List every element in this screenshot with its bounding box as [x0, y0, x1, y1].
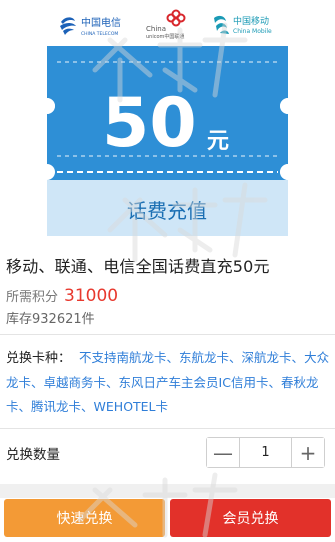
svg-text:China Mobile: China Mobile	[233, 28, 272, 35]
carrier-logos: 中国电信 CHINA TELECOM China unicom中国联通 中国移动…	[47, 0, 288, 44]
svg-text:50: 50	[102, 84, 197, 163]
svg-text:元: 元	[207, 129, 229, 154]
product-title: 移动、联通、电信全国话费直充50元	[6, 257, 270, 276]
recharge-coupon: 中国电信 CHINA TELECOM China unicom中国联通 中国移动…	[47, 0, 288, 236]
svg-text:中国电信: 中国电信	[81, 16, 121, 29]
svg-text:中国移动: 中国移动	[233, 15, 269, 27]
china-unicom-logo: China unicom中国联通	[146, 9, 186, 40]
quantity-value[interactable]: 1	[240, 438, 291, 467]
card-types-label: 兑换卡种：	[6, 351, 72, 366]
card-type-item[interactable]: 东风日产车主会员IC信用卡、	[119, 375, 281, 390]
card-type-item[interactable]: 东航龙卡、	[179, 350, 242, 365]
card-type-item[interactable]: 腾讯龙卡、	[31, 399, 94, 414]
ticket-graphic: 50 元 话费充值	[47, 46, 288, 236]
quantity-label: 兑换数量	[6, 447, 60, 463]
card-types: 兑换卡种： 不支持南航龙卡、东航龙卡、深航龙卡、大众龙卡、卓越商务卡、东风日产车主…	[6, 346, 330, 419]
section-separator	[0, 484, 335, 498]
points-value: 31000	[64, 285, 119, 306]
quick-redeem-button[interactable]: 快速兑换	[4, 499, 165, 537]
divider	[0, 334, 335, 335]
product-image: 中国电信 CHINA TELECOM China unicom中国联通 中国移动…	[0, 0, 335, 236]
card-type-item[interactable]: WEHOTEL卡	[94, 399, 169, 414]
member-redeem-button[interactable]: 会员兑换	[170, 499, 331, 537]
card-type-item[interactable]: 深航龙卡、	[242, 350, 305, 365]
svg-text:话费充值: 话费充值	[127, 199, 207, 223]
china-telecom-logo: 中国电信 CHINA TELECOM	[60, 16, 121, 37]
svg-text:unicom中国联通: unicom中国联通	[146, 33, 184, 40]
decrement-button[interactable]: —	[207, 438, 240, 467]
points-row: 所需积分 31000	[6, 285, 119, 306]
card-type-item[interactable]: 卓越商务卡、	[44, 375, 119, 390]
svg-text:China: China	[146, 25, 166, 33]
points-label: 所需积分	[6, 290, 59, 305]
quantity-stepper: — 1 +	[206, 437, 325, 468]
stock-count: 库存932621件	[6, 312, 95, 327]
svg-text:CHINA TELECOM: CHINA TELECOM	[81, 31, 118, 37]
increment-button[interactable]: +	[291, 438, 324, 467]
china-mobile-logo: 中国移动 China Mobile	[214, 15, 272, 35]
divider	[0, 428, 335, 429]
card-type-item[interactable]: 不支持南航龙卡、	[79, 350, 179, 365]
